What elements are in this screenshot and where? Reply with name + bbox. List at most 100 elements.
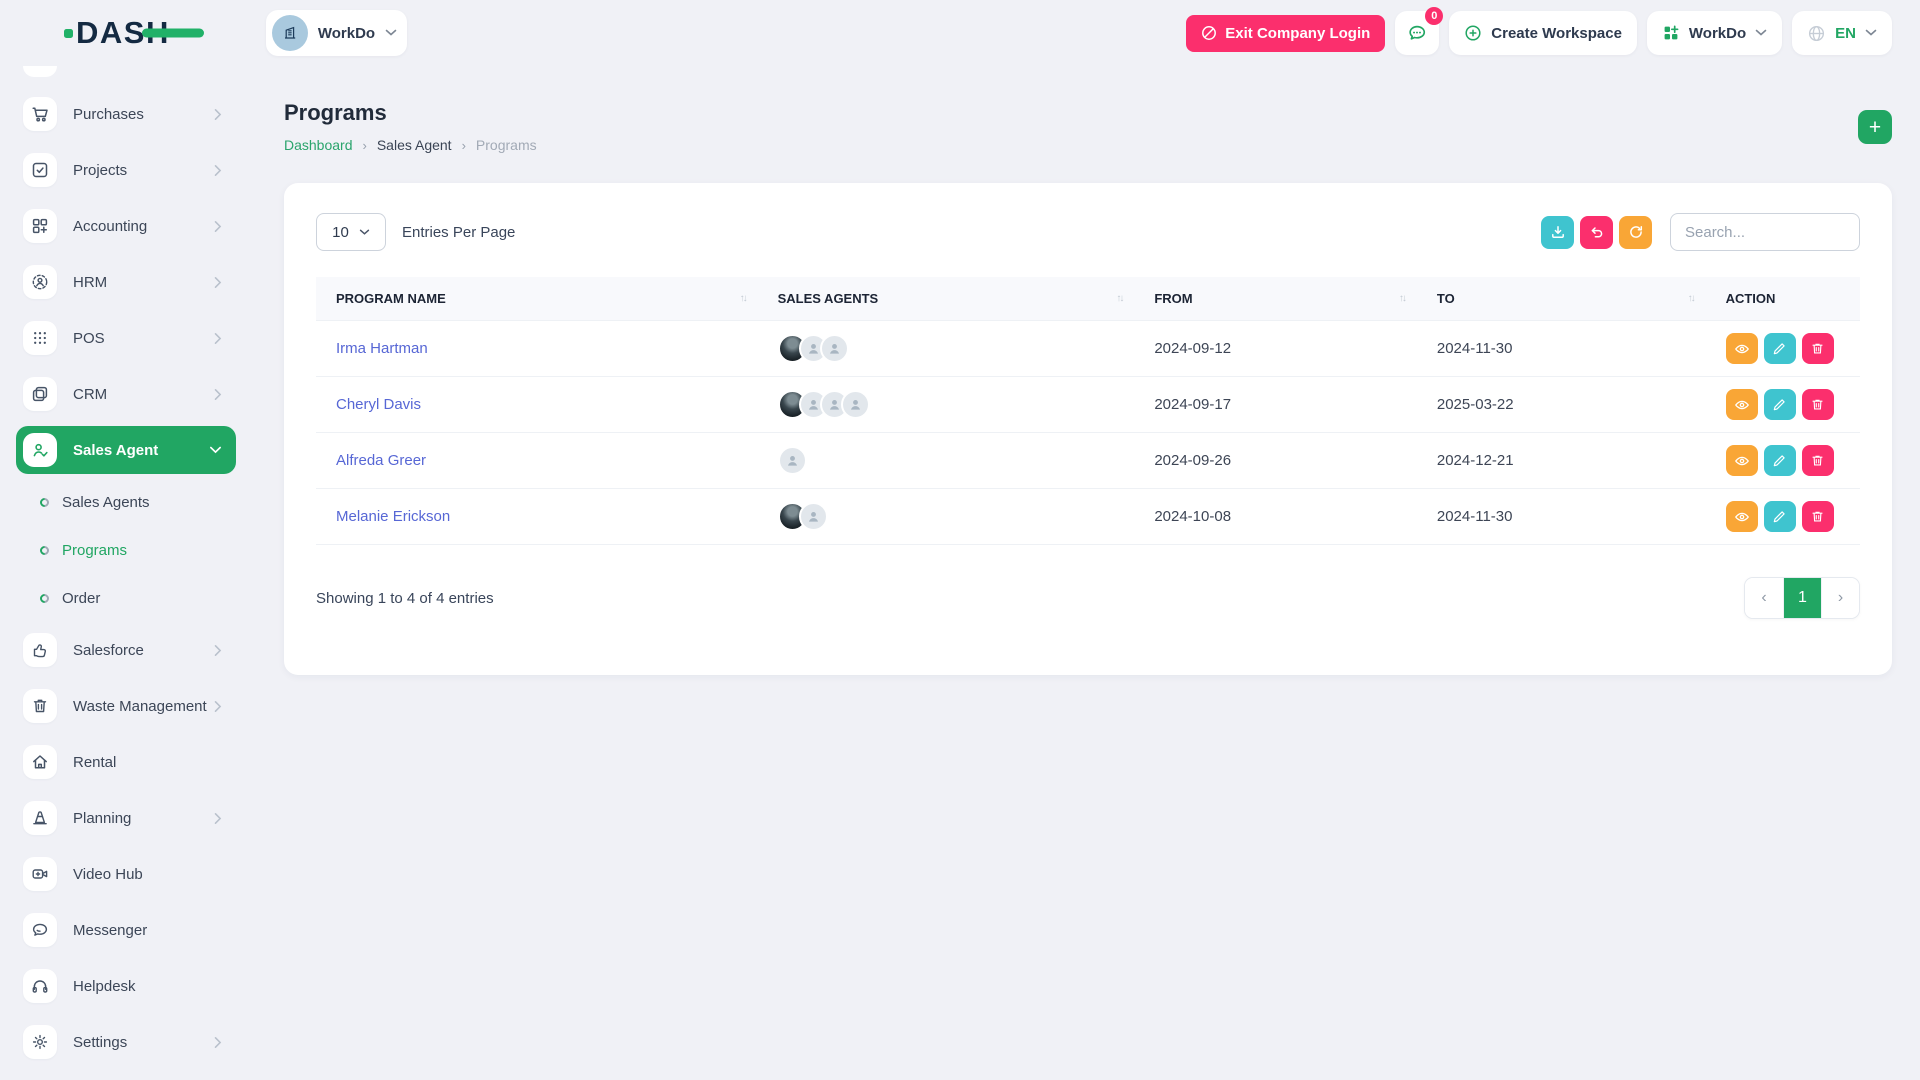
program-name-link[interactable]: Irma Hartman xyxy=(336,340,428,357)
circle-dot-icon xyxy=(38,496,51,509)
person-icon xyxy=(806,509,821,524)
download-icon xyxy=(1550,224,1566,240)
delete-button[interactable] xyxy=(1802,501,1834,532)
sidebar-subitem-programs[interactable]: Programs xyxy=(0,526,240,574)
workspace-switcher[interactable]: WorkDo xyxy=(266,10,407,56)
edit-button[interactable] xyxy=(1764,445,1796,476)
add-program-button[interactable]: + xyxy=(1858,110,1892,144)
workdo-menu-label: WorkDo xyxy=(1689,25,1746,42)
export-button[interactable] xyxy=(1541,216,1574,249)
pagination-page-1[interactable]: 1 xyxy=(1783,578,1821,618)
agent-placeholder-avatar xyxy=(778,446,807,475)
from-date: 2024-09-26 xyxy=(1134,433,1417,489)
column-header-sales-agents[interactable]: ↑↓ SALES AGENTS xyxy=(758,277,1135,321)
circle-dot-icon xyxy=(38,544,51,557)
person-check-icon xyxy=(23,433,57,467)
trash-icon xyxy=(1810,453,1825,468)
sidebar-item-settings[interactable]: Settings xyxy=(0,1014,240,1070)
sidebar-item-pos[interactable]: POS xyxy=(0,310,240,366)
eye-icon xyxy=(1734,397,1750,413)
agents-avatar-stack xyxy=(778,446,1123,475)
breadcrumb-current: Programs xyxy=(476,137,537,153)
language-label: EN xyxy=(1835,25,1856,42)
view-button[interactable] xyxy=(1726,389,1758,420)
edit-button[interactable] xyxy=(1764,501,1796,532)
undo-button[interactable] xyxy=(1580,216,1613,249)
programs-table: ↑↓ PROGRAM NAME ↑↓ SALES AGENTS ↑↓ FROM … xyxy=(316,277,1860,545)
edit-button[interactable] xyxy=(1764,389,1796,420)
sidebar-item-projects[interactable]: Projects xyxy=(0,142,240,198)
table-toolbar: 10 Entries Per Page xyxy=(316,213,1860,251)
sidebar-item-crm[interactable]: CRM xyxy=(0,366,240,422)
search-input[interactable] xyxy=(1670,213,1860,251)
sidebar-item-helpdesk[interactable]: Helpdesk xyxy=(0,958,240,1014)
globe-icon xyxy=(1807,24,1826,43)
program-name-link[interactable]: Alfreda Greer xyxy=(336,452,426,469)
person-icon xyxy=(785,453,800,468)
messages-button[interactable]: 0 xyxy=(1395,11,1439,55)
delete-button[interactable] xyxy=(1802,445,1834,476)
breadcrumb-sales-agent[interactable]: Sales Agent xyxy=(377,137,452,153)
column-header-from[interactable]: ↑↓ FROM xyxy=(1134,277,1417,321)
breadcrumb-dashboard[interactable]: Dashboard xyxy=(284,137,353,153)
column-header-program-name[interactable]: ↑↓ PROGRAM NAME xyxy=(316,277,758,321)
column-header-action: ACTION xyxy=(1706,277,1860,321)
view-button[interactable] xyxy=(1726,333,1758,364)
program-name-link[interactable]: Melanie Erickson xyxy=(336,508,450,525)
create-workspace-button[interactable]: Create Workspace xyxy=(1449,11,1637,55)
program-name-link[interactable]: Cheryl Davis xyxy=(336,396,421,413)
to-date: 2024-12-21 xyxy=(1417,433,1706,489)
delete-button[interactable] xyxy=(1802,389,1834,420)
pagination-prev[interactable]: ‹ xyxy=(1745,578,1783,618)
building-icon xyxy=(281,24,299,42)
app-logo[interactable]: DASH xyxy=(64,15,170,51)
sidebar-item-accounting[interactable]: Accounting xyxy=(0,198,240,254)
refresh-button[interactable] xyxy=(1619,216,1652,249)
main-content: Programs Dashboard › Sales Agent › Progr… xyxy=(240,66,1920,675)
logo-dash-icon xyxy=(142,29,204,38)
delete-button[interactable] xyxy=(1802,333,1834,364)
pagination-next[interactable]: › xyxy=(1821,578,1859,618)
sidebar-item-sales-agent[interactable]: Sales Agent xyxy=(16,426,236,474)
sidebar-subitem-sales-agents[interactable]: Sales Agents xyxy=(0,478,240,526)
column-header-to[interactable]: ↑↓ TO xyxy=(1417,277,1706,321)
sort-icon: ↑↓ xyxy=(740,293,746,304)
view-button[interactable] xyxy=(1726,501,1758,532)
chat-bubble-icon xyxy=(1406,22,1428,44)
breadcrumb: Dashboard › Sales Agent › Programs xyxy=(284,137,537,153)
person-icon xyxy=(827,341,842,356)
chat-bubble-icon xyxy=(23,913,57,947)
table-row: Melanie Erickson 2024-10-08 2024-11-30 xyxy=(316,489,1860,545)
workspace-label: WorkDo xyxy=(318,25,375,42)
sidebar-item-salesforce[interactable]: Salesforce xyxy=(0,622,240,678)
chevron-right-icon xyxy=(214,700,222,713)
chevron-right-icon xyxy=(214,220,222,233)
sidebar-item-planning[interactable]: Planning xyxy=(0,790,240,846)
cone-icon xyxy=(23,801,57,835)
language-selector[interactable]: EN xyxy=(1792,11,1892,55)
trash-icon xyxy=(23,689,57,723)
sidebar-item-video-hub[interactable]: Video Hub xyxy=(0,846,240,902)
gear-icon xyxy=(23,1025,57,1059)
chevron-down-icon xyxy=(359,229,370,236)
sort-icon: ↑↓ xyxy=(1116,293,1122,304)
chevron-right-icon xyxy=(214,1036,222,1049)
entries-per-page-select[interactable]: 10 xyxy=(316,213,386,251)
chevron-right-icon xyxy=(214,644,222,657)
workdo-app-menu[interactable]: WorkDo xyxy=(1647,11,1782,55)
edit-button[interactable] xyxy=(1764,333,1796,364)
sidebar-subitem-order[interactable]: Order xyxy=(0,574,240,622)
page-title: Programs xyxy=(284,100,537,126)
view-button[interactable] xyxy=(1726,445,1758,476)
pencil-icon xyxy=(1772,397,1787,412)
programs-card: 10 Entries Per Page xyxy=(284,183,1892,675)
sidebar-item-rental[interactable]: Rental xyxy=(0,734,240,790)
cards-icon xyxy=(23,377,57,411)
exit-company-login-button[interactable]: Exit Company Login xyxy=(1186,15,1385,52)
sidebar-item-messenger[interactable]: Messenger xyxy=(0,902,240,958)
pencil-icon xyxy=(1772,453,1787,468)
agent-placeholder-avatar xyxy=(799,502,828,531)
sidebar-item-purchases[interactable]: Purchases xyxy=(0,86,240,142)
sidebar-item-waste-management[interactable]: Waste Management xyxy=(0,678,240,734)
sidebar-item-hrm[interactable]: HRM xyxy=(0,254,240,310)
